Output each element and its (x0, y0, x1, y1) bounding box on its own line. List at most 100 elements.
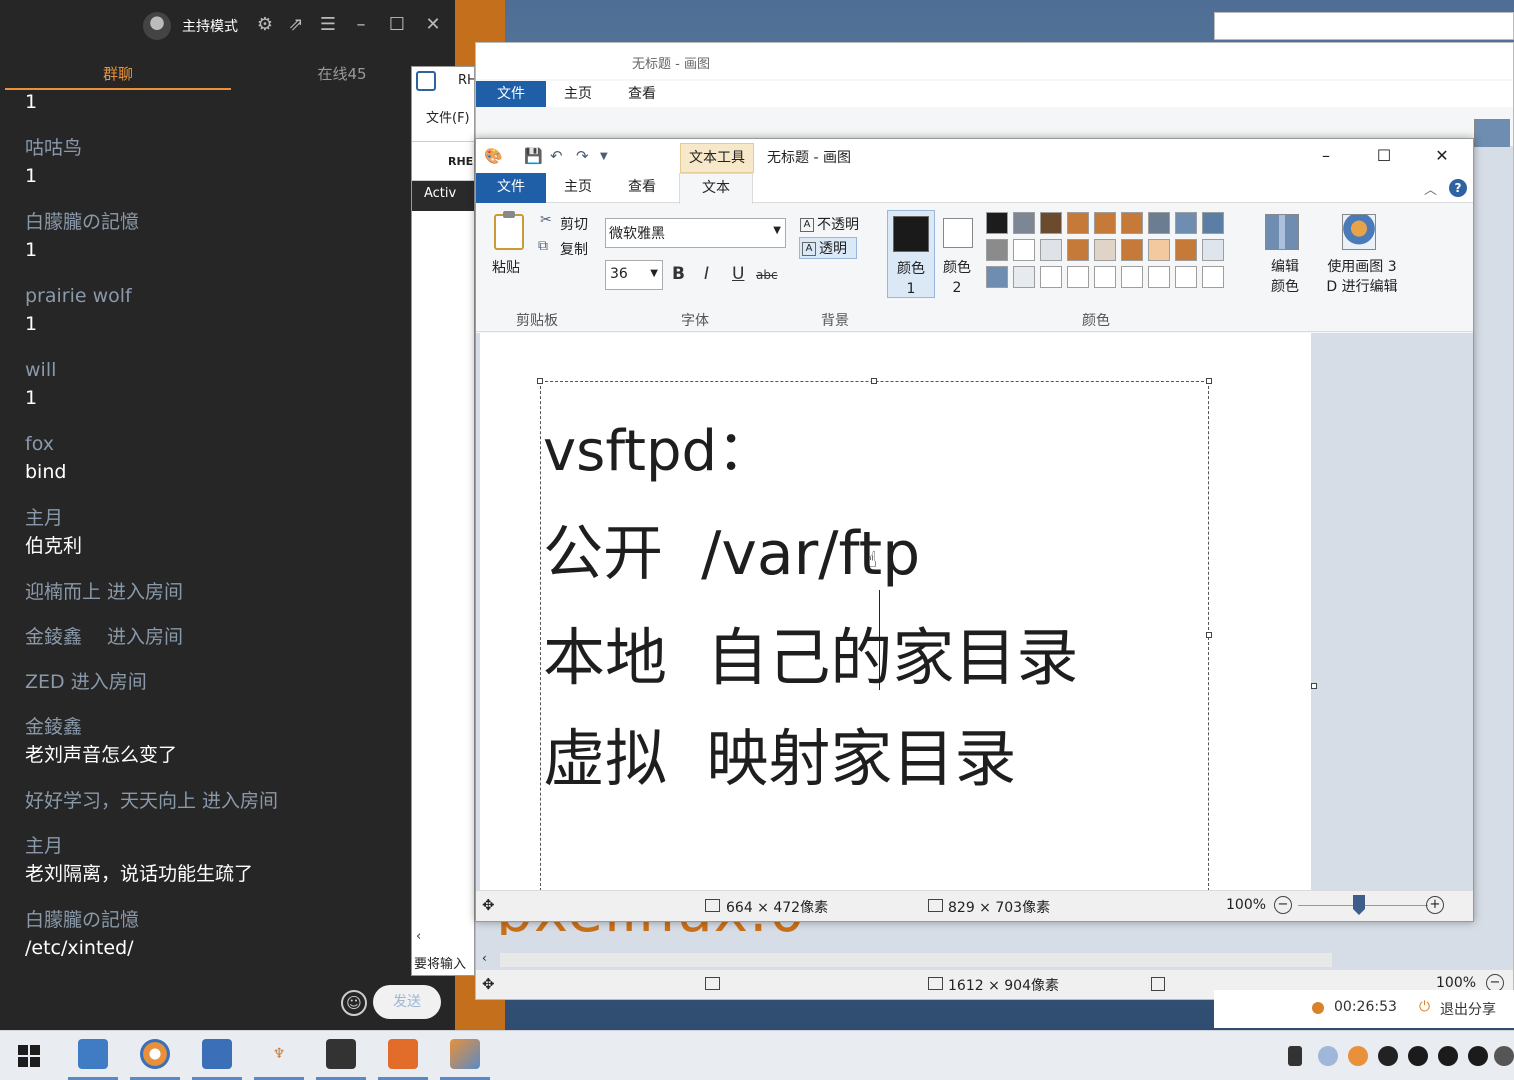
qq-icon[interactable] (1438, 1046, 1458, 1066)
resize-handle[interactable] (537, 378, 543, 384)
canvas[interactable]: vsftpd： 公开 /var/ftp 本地 自己的家目录 虚拟 映射家目录 ☝ (480, 333, 1311, 890)
close-icon[interactable]: ✕ (1422, 143, 1462, 169)
color1-button[interactable]: 颜色 1 (887, 210, 935, 298)
cut-button[interactable]: 剪切 (560, 214, 588, 234)
paint-app-icon[interactable] (450, 1039, 480, 1069)
qq-icon[interactable] (1408, 1046, 1428, 1066)
color-swatch[interactable] (1202, 212, 1224, 234)
avatar[interactable] (143, 12, 171, 40)
color-swatch[interactable] (1175, 239, 1197, 261)
edit-with-paint3d-button[interactable]: 使用画图 3 D 进行编辑 (1322, 257, 1402, 297)
color-swatch[interactable] (986, 266, 1008, 288)
paste-icon[interactable] (494, 211, 524, 250)
tab-file[interactable]: 文件 (476, 173, 546, 203)
color2-button[interactable]: 颜色 2 (938, 210, 982, 298)
send-button[interactable]: 发送 (373, 985, 441, 1019)
color-swatch[interactable] (1013, 212, 1035, 234)
color-swatch[interactable] (986, 239, 1008, 261)
vm-viewer-icon[interactable] (202, 1039, 232, 1069)
italic-button[interactable]: I (704, 264, 709, 284)
copy-button[interactable]: 复制 (560, 239, 588, 259)
help-icon[interactable]: ? (1449, 179, 1467, 197)
opaque-button[interactable]: A 不透明 (800, 214, 859, 234)
scroll-left-icon[interactable]: ‹ (416, 929, 421, 944)
color-swatch[interactable] (986, 212, 1008, 234)
microphone-icon[interactable] (1288, 1046, 1302, 1066)
tab-file[interactable]: 文件 (476, 81, 546, 107)
bold-button[interactable]: B (672, 264, 685, 284)
menu-icon[interactable]: ☰ (317, 14, 339, 36)
qq-icon[interactable] (1468, 1046, 1488, 1066)
zoom-out-icon[interactable]: − (1274, 896, 1292, 914)
collapse-ribbon-icon[interactable]: ︿ (1424, 179, 1437, 198)
color-swatch[interactable] (1121, 212, 1143, 234)
file-explorer-icon[interactable] (78, 1039, 108, 1069)
resize-handle[interactable] (1206, 378, 1212, 384)
color-swatch[interactable] (1040, 239, 1062, 261)
power-icon[interactable]: ⏻ (1419, 999, 1430, 1015)
color-swatch[interactable] (1094, 266, 1116, 288)
color-swatch[interactable] (1121, 239, 1143, 261)
color-swatch[interactable] (1040, 212, 1062, 234)
color-swatch[interactable] (1148, 239, 1170, 261)
minimize-icon[interactable]: – (1306, 143, 1346, 169)
color-swatch[interactable] (1202, 266, 1224, 288)
edit-colors-icon[interactable] (1265, 214, 1299, 250)
copy-icon[interactable]: ⧉ (538, 238, 548, 254)
horizontal-scrollbar[interactable] (500, 953, 1332, 967)
tray-app-icon[interactable] (1378, 1046, 1398, 1066)
vm-tab[interactable]: RHEL (412, 141, 474, 181)
text-box[interactable]: vsftpd： 公开 /var/ftp 本地 自己的家目录 虚拟 映射家目录 ☝ (537, 378, 1212, 890)
minimize-icon[interactable]: – (350, 14, 372, 36)
color-swatch[interactable] (1013, 266, 1035, 288)
tray-app-icon[interactable] (1318, 1046, 1338, 1066)
app-icon[interactable]: ♆ (264, 1039, 294, 1069)
settings-icon[interactable]: ⚙ (254, 14, 276, 36)
browser-icon[interactable] (140, 1039, 170, 1069)
font-family-select[interactable]: 微软雅黑 ▼ (605, 218, 786, 248)
tab-group-chat[interactable]: 群聊 (5, 63, 231, 84)
activities-button[interactable]: Activ (412, 181, 474, 211)
emoji-icon[interactable]: ☺ (341, 990, 367, 1016)
tray-app-icon[interactable] (1348, 1046, 1368, 1066)
canvas-resize-handle[interactable] (1311, 683, 1317, 689)
zoom-slider-thumb[interactable] (1353, 895, 1365, 915)
color-swatch[interactable] (1013, 239, 1035, 261)
paint3d-icon[interactable] (1342, 214, 1376, 250)
color-swatch[interactable] (1040, 266, 1062, 288)
close-icon[interactable]: ✕ (422, 14, 444, 36)
color-swatch[interactable] (1148, 266, 1170, 288)
tab-home[interactable]: 主页 (552, 81, 604, 107)
resize-handle[interactable] (871, 378, 877, 384)
tab-view[interactable]: 查看 (616, 173, 668, 203)
screen-recorder-icon[interactable] (326, 1039, 356, 1069)
edit-colors-button[interactable]: 编辑颜色 (1268, 257, 1302, 297)
strikethrough-button[interactable]: abc (756, 268, 778, 282)
scroll-left-icon[interactable]: ‹ (482, 951, 487, 965)
color-swatch[interactable] (1094, 239, 1116, 261)
tab-view[interactable]: 查看 (616, 81, 668, 107)
save-icon[interactable]: 💾 (524, 147, 543, 165)
zoom-in-icon[interactable]: + (1426, 896, 1444, 914)
redo-icon[interactable]: ↷ (576, 147, 589, 165)
tab-text[interactable]: 文本 (679, 173, 753, 204)
paste-button[interactable]: 粘贴 (492, 257, 520, 277)
exit-share-button[interactable]: 退出分享 (1440, 999, 1496, 1019)
scissors-icon[interactable]: ✂ (540, 212, 552, 228)
color-swatch[interactable] (1202, 239, 1224, 261)
color-swatch[interactable] (1094, 212, 1116, 234)
tab-home[interactable]: 主页 (552, 173, 604, 203)
color-swatch[interactable] (1175, 266, 1197, 288)
popout-icon[interactable]: ⇗ (285, 14, 307, 36)
settings-icon[interactable] (1494, 1046, 1514, 1066)
underline-button[interactable]: U (732, 264, 744, 284)
customize-toolbar-icon[interactable]: ▼ (600, 151, 608, 162)
color-swatch[interactable] (1067, 212, 1089, 234)
color-swatch[interactable] (1121, 266, 1143, 288)
windows-start-icon[interactable] (18, 1045, 40, 1067)
color-swatch[interactable] (1148, 212, 1170, 234)
font-size-select[interactable]: 36 ▼ (605, 260, 663, 290)
paint-app-icon[interactable]: 🎨 (484, 147, 503, 165)
maximize-icon[interactable]: ☐ (1364, 143, 1404, 169)
maximize-icon[interactable]: ☐ (386, 14, 408, 36)
